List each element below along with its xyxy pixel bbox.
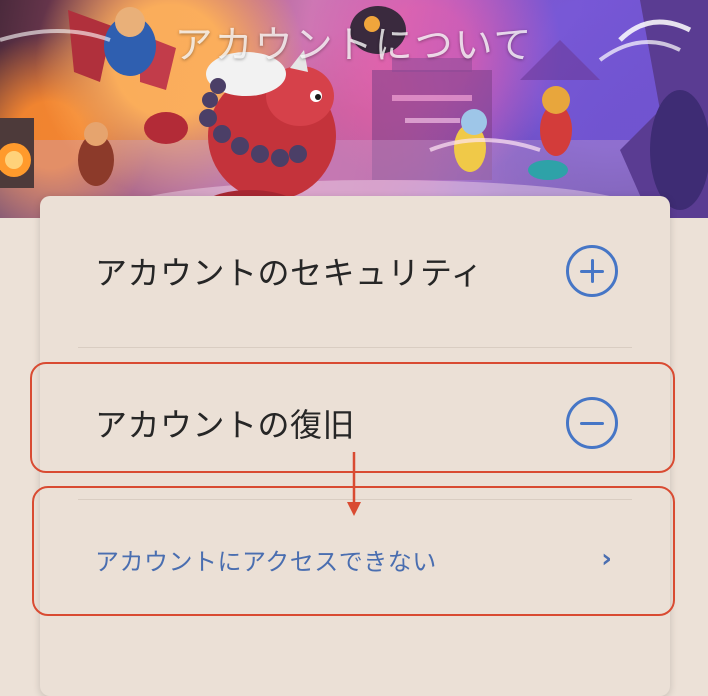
chevron-right-icon: › — [601, 544, 612, 574]
accordion-label-account-recovery: アカウントの復旧 — [95, 406, 356, 444]
minus-circle-icon[interactable] — [566, 397, 618, 449]
accordion-header-account-security[interactable]: アカウントのセキュリティ — [40, 196, 670, 346]
accordion-label-account-security: アカウントのセキュリティ — [95, 254, 484, 292]
hero-banner: アカウントについて — [0, 0, 708, 218]
account-faq-card: アカウントのセキュリティ アカウントの復旧 アカウントにアクセスできない › — [40, 196, 670, 696]
annotation-arrow-down-icon — [347, 452, 361, 516]
plus-circle-icon[interactable] — [566, 245, 618, 297]
link-label-cannot-access-account: アカウントにアクセスできない — [95, 547, 437, 576]
page-title: アカウントについて — [174, 23, 534, 67]
